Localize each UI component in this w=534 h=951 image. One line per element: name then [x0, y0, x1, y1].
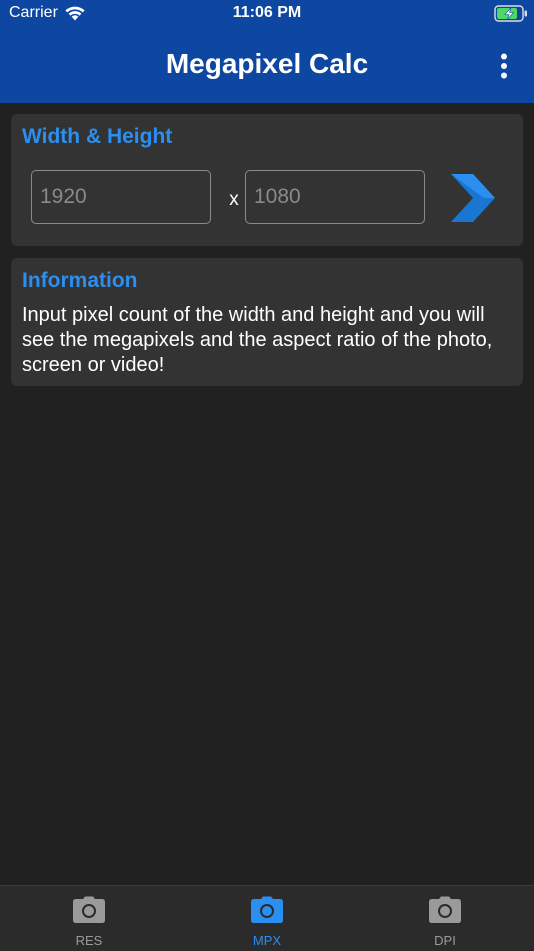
dimension-separator: x: [229, 189, 239, 210]
tab-res[interactable]: RES: [29, 886, 149, 951]
information-card: Information Input pixel count of the wid…: [11, 258, 523, 386]
tab-mpx-label: MPX: [252, 933, 282, 948]
height-input[interactable]: [245, 170, 425, 224]
status-time: 11:06 PM: [232, 4, 302, 21]
tab-dpi-label: DPI: [434, 933, 456, 948]
width-height-title: Width & Height: [22, 125, 173, 148]
page-title: Megapixel Calc: [165, 48, 369, 79]
tab-mpx[interactable]: MPX: [207, 886, 327, 951]
width-input[interactable]: [31, 170, 211, 224]
more-vertical-icon: [501, 53, 507, 79]
battery-charging-icon: [494, 5, 527, 22]
camera-icon: [429, 896, 461, 923]
more-menu-button[interactable]: [490, 50, 518, 82]
status-bar: Carrier 11:06 PM: [0, 0, 534, 28]
app-bar: Carrier 11:06 PM Megapixel Calc: [0, 0, 534, 103]
tab-dpi[interactable]: DPI: [385, 886, 505, 951]
tab-res-label: RES: [75, 933, 103, 948]
camera-icon: [251, 896, 283, 923]
bottom-tab-bar: RES MPX DPI: [0, 885, 534, 951]
information-title: Information: [22, 269, 138, 292]
camera-icon: [73, 896, 105, 923]
chevron-right-icon: [451, 174, 495, 222]
calculate-button[interactable]: [449, 172, 497, 224]
width-height-card: Width & Height x: [11, 114, 523, 246]
information-text: Input pixel count of the width and heigh…: [22, 304, 493, 376]
